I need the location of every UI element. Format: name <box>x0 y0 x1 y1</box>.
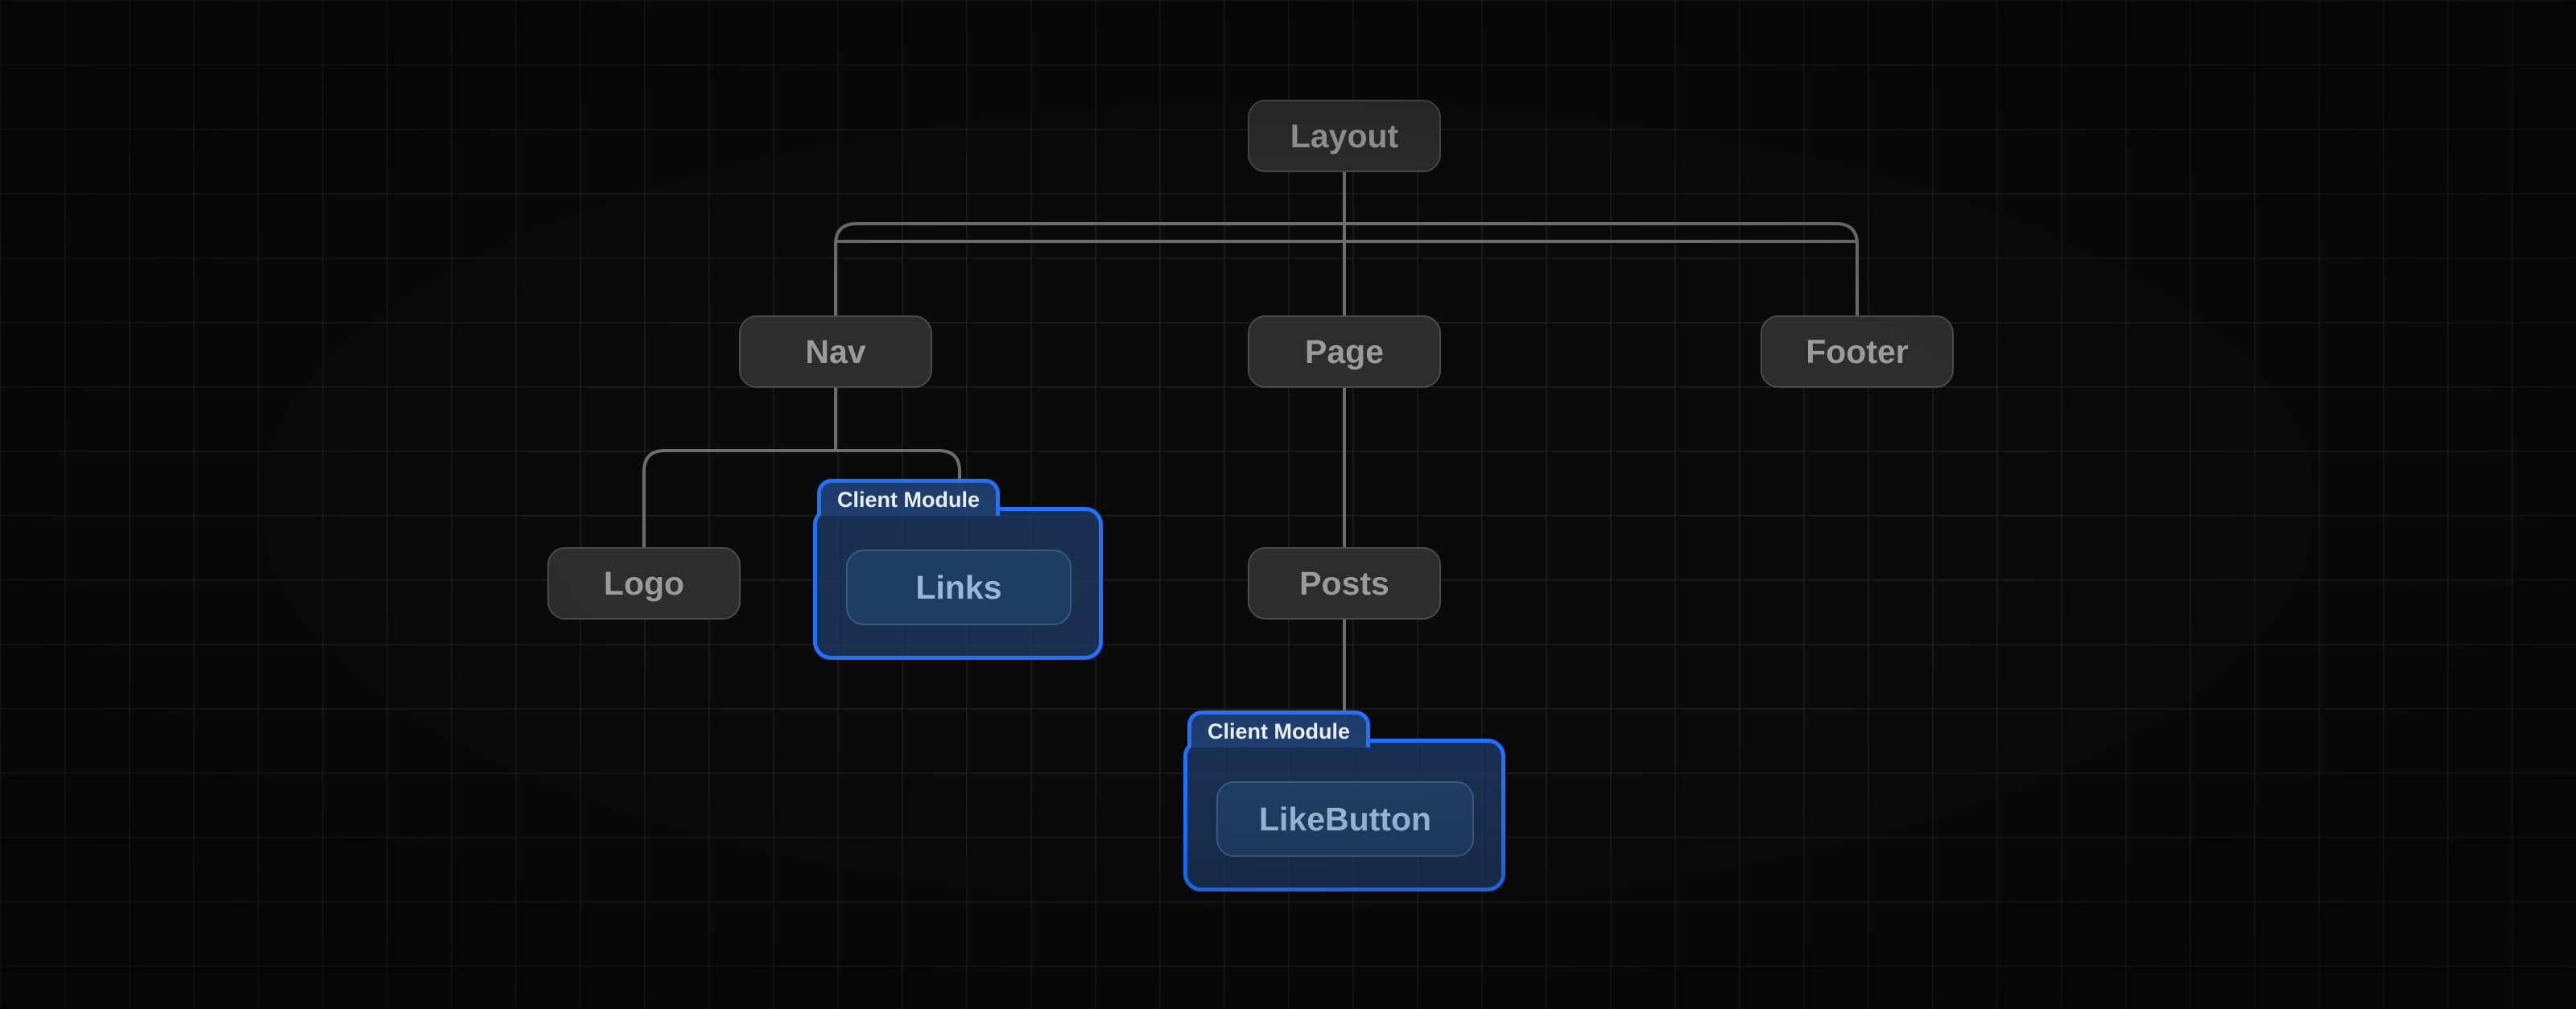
client-module-badge: Client Module <box>817 479 1000 516</box>
node-label: Links <box>915 569 1001 607</box>
node-logo: Logo <box>547 547 741 620</box>
client-module-links: Client Module Links <box>813 507 1103 660</box>
node-label: Nav <box>805 333 865 371</box>
node-nav: Nav <box>739 315 932 388</box>
node-links: Links <box>846 550 1071 625</box>
node-label: LikeButton <box>1259 801 1431 838</box>
node-label: Page <box>1305 333 1384 371</box>
node-footer: Footer <box>1761 315 1954 388</box>
node-label: Footer <box>1806 333 1909 371</box>
node-likebutton: LikeButton <box>1216 781 1474 857</box>
client-module-badge: Client Module <box>1187 710 1370 747</box>
node-layout: Layout <box>1248 100 1441 172</box>
node-label: Posts <box>1299 565 1389 603</box>
node-label: Layout <box>1290 117 1398 155</box>
node-label: Logo <box>604 565 684 603</box>
node-page: Page <box>1248 315 1441 388</box>
client-module-label: Client Module <box>1208 719 1350 743</box>
client-module-label: Client Module <box>837 488 980 512</box>
client-module-likebutton: Client Module LikeButton <box>1183 739 1505 892</box>
node-posts: Posts <box>1248 547 1441 620</box>
